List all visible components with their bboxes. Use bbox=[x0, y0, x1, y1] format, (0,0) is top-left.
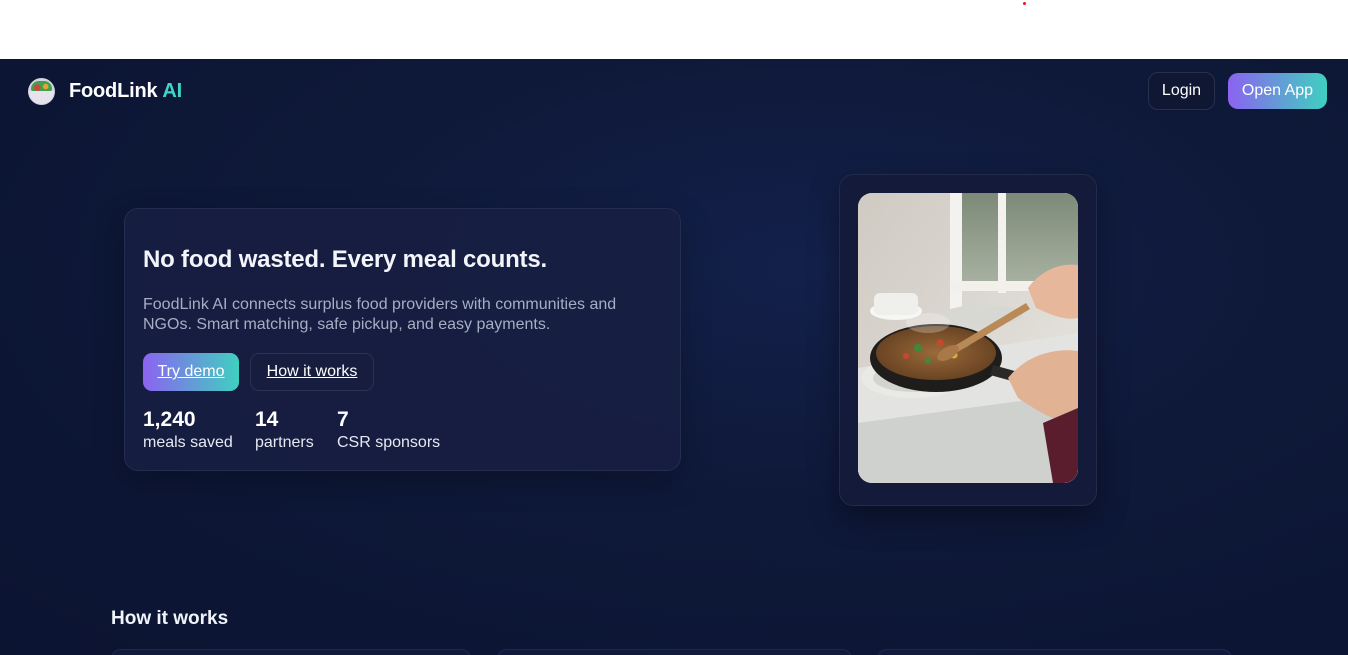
login-button[interactable]: Login bbox=[1148, 72, 1215, 110]
stat-label: partners bbox=[255, 434, 314, 451]
step-card-3 bbox=[877, 649, 1232, 655]
open-app-button[interactable]: Open App bbox=[1228, 73, 1327, 109]
stat-label: CSR sponsors bbox=[337, 434, 441, 451]
stat-partners: 14 partners bbox=[255, 408, 314, 453]
try-demo-button[interactable]: Try demo bbox=[143, 353, 239, 391]
landing-page: FoodLink AI Login Open App No food wasted… bbox=[0, 59, 1348, 655]
how-it-works-button[interactable]: How it works bbox=[250, 353, 374, 391]
stat-csr-sponsors: 7 CSR sponsors bbox=[337, 408, 440, 453]
step-card-2 bbox=[497, 649, 852, 655]
hero-title: No food wasted. Every meal counts. bbox=[143, 246, 547, 273]
hero-card: No food wasted. Every meal counts. FoodL… bbox=[124, 208, 681, 471]
brand-suffix: AI bbox=[162, 80, 182, 102]
stat-value: 14 bbox=[255, 408, 279, 431]
red-dot bbox=[1023, 2, 1026, 5]
cooking-photo bbox=[858, 193, 1078, 483]
stat-label: meals saved bbox=[143, 434, 233, 451]
stat-meals-saved: 1,240 meals saved bbox=[143, 408, 233, 453]
stat-value: 1,240 bbox=[143, 408, 196, 431]
brand-logo[interactable]: FoodLink AI bbox=[28, 78, 182, 105]
stat-value: 7 bbox=[337, 408, 349, 431]
brand-name: FoodLink AI bbox=[69, 80, 182, 102]
how-it-works-heading: How it works bbox=[111, 608, 229, 629]
step-card-1 bbox=[111, 649, 471, 655]
hero-description: FoodLink AI connects surplus food provid… bbox=[143, 296, 617, 333]
salad-bowl-icon bbox=[28, 78, 55, 105]
browser-top-strip bbox=[0, 0, 1348, 59]
hero-image-card bbox=[839, 174, 1097, 506]
